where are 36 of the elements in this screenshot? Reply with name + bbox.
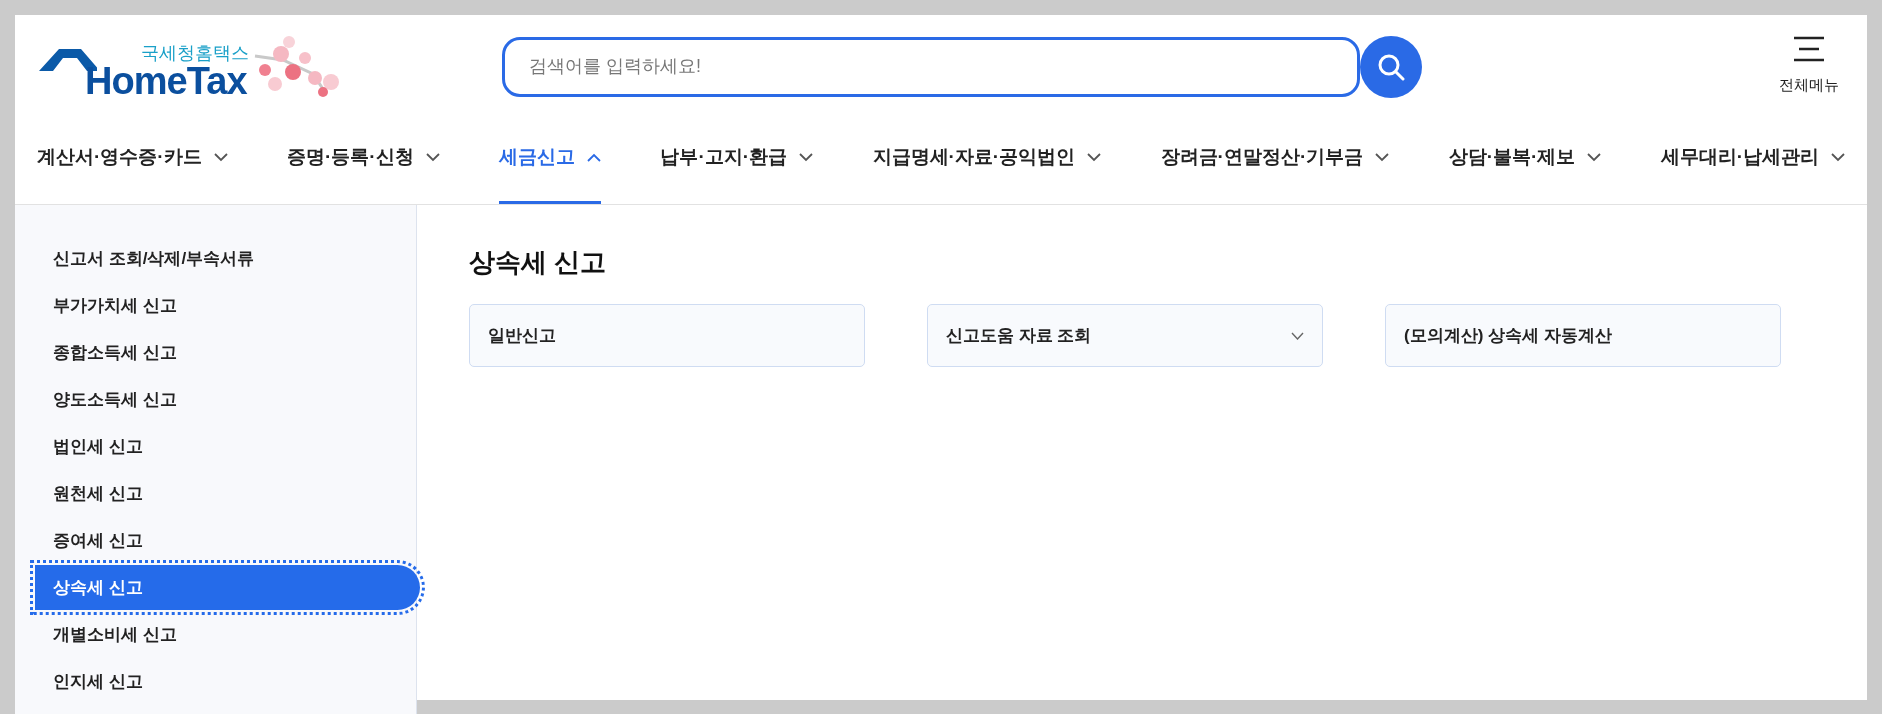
search-icon (1377, 52, 1405, 81)
nav-tab[interactable]: 납부·고지·환급 (660, 110, 814, 204)
nav-tab[interactable]: 계산서·영수증·카드 (37, 110, 228, 204)
chevron-down-icon (425, 152, 440, 162)
chevron-down-icon (1831, 152, 1845, 162)
logo-wordmark: HomeTax (84, 61, 247, 100)
chevron-down-icon (1291, 331, 1304, 340)
sidebar-item[interactable]: 부가가치세 신고 (35, 282, 420, 329)
chevron-down-icon (1587, 152, 1602, 162)
nav-tab[interactable]: 증명·등록·신청 (287, 110, 440, 204)
sidebar-item[interactable]: 원천세 신고 (35, 470, 420, 517)
nav-tab[interactable]: 상담·불복·제보 (1448, 110, 1602, 204)
logo-subtitle: 국세청홈택스 (140, 43, 249, 62)
link-button[interactable]: (모의계산) 상속세 자동계산 (1385, 304, 1781, 367)
chevron-down-icon (1375, 152, 1390, 162)
chevron-down-icon (799, 152, 814, 162)
sidebar-item[interactable]: 인지세 신고 (35, 658, 420, 705)
section-title: 상속세 신고 (469, 246, 608, 279)
sidebar-item[interactable]: 종합소득세 신고 (35, 329, 420, 376)
link-button[interactable]: 일반신고 (469, 304, 865, 367)
chevron-up-icon (587, 152, 602, 162)
nav-tab[interactable]: 세무대리·납세관리 (1660, 110, 1845, 204)
dropdown-button[interactable]: 신고도움 자료 조회 (927, 304, 1323, 367)
menu-icon (1793, 36, 1825, 63)
all-menu-button[interactable]: 전체메뉴 (1779, 36, 1839, 97)
sidebar-item[interactable]: 개별소비세 신고 (35, 611, 420, 658)
sidebar-item[interactable]: 양도소득세 신고 (35, 376, 420, 423)
chevron-down-icon (1087, 152, 1102, 162)
search-field[interactable]: 검색어를 입력하세요! (502, 36, 1360, 97)
chevron-down-icon (213, 152, 228, 162)
nav-tab[interactable]: 세금신고 (499, 110, 602, 204)
sidebar-item[interactable]: 신고서 조회/삭제/부속서류 (35, 235, 420, 282)
nav-tab[interactable]: 지급명세·자료·공익법인 (872, 110, 1102, 204)
nav-tab[interactable]: 장려금·연말정산·기부금 (1160, 110, 1390, 204)
sidebar-item[interactable]: 증여세 신고 (35, 517, 420, 564)
sidebar-item[interactable]: 법인세 신고 (35, 423, 420, 470)
